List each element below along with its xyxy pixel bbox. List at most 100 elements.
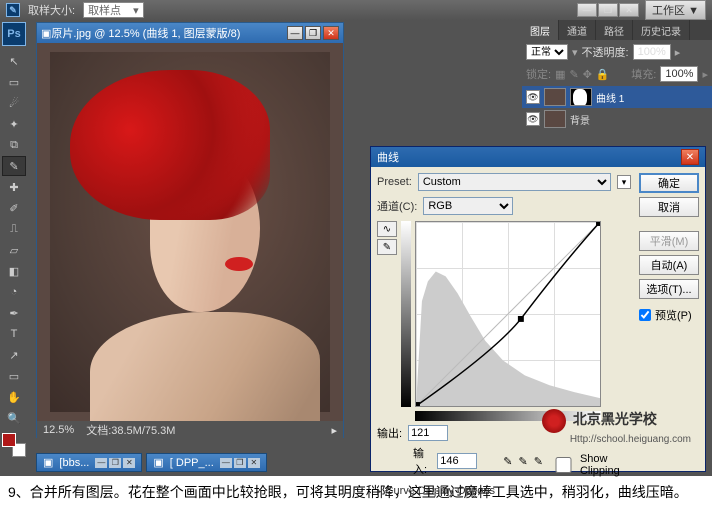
preview-label: 预览(P) <box>655 307 692 323</box>
photoshop-app: ✎ 取样大小: 取样点▾ — ❐ ✕ 工作区 ▼ Ps ↖ ▭ ☄ ✦ ⧉ ✎ … <box>0 0 712 476</box>
sample-size-label: 取样大小: <box>28 2 75 18</box>
restore-icon[interactable]: ❐ <box>598 3 618 17</box>
zoom-tool-icon[interactable]: 🔍 <box>2 408 26 428</box>
layer-name[interactable]: 曲线 1 <box>596 90 624 105</box>
output-gradient <box>401 221 411 407</box>
doc-restore-icon[interactable]: ❐ <box>305 26 321 40</box>
doc-tab[interactable]: ▣[ DPP_...—❐✕ <box>146 453 266 472</box>
preset-menu-icon[interactable]: ▾ <box>617 175 631 189</box>
crop-tool-icon[interactable]: ⧉ <box>2 135 26 155</box>
ps-doc-icon: ▣ <box>41 27 51 40</box>
layer-thumb[interactable] <box>544 110 566 128</box>
layer-row[interactable]: 👁 曲线 1 <box>522 86 712 108</box>
curves-graph[interactable] <box>415 221 601 407</box>
stamp-tool-icon[interactable]: ⎍ <box>2 219 26 239</box>
opacity-value[interactable]: 100% <box>633 44 671 60</box>
doc-tab[interactable]: ▣[bbs...—❐✕ <box>36 453 142 472</box>
preset-dropdown[interactable]: Custom <box>418 173 611 191</box>
blend-mode-dropdown[interactable]: 正常 <box>526 44 568 60</box>
document-window: ▣ 原片.jpg @ 12.5% (曲线 1, 图层蒙版/8) — ❐ ✕ 12… <box>36 22 344 438</box>
ps-logo-icon: Ps <box>2 22 26 46</box>
channel-dropdown[interactable]: RGB <box>423 197 513 215</box>
document-titlebar[interactable]: ▣ 原片.jpg @ 12.5% (曲线 1, 图层蒙版/8) — ❐ ✕ <box>37 23 343 43</box>
status-arrow-icon[interactable]: ▸ <box>331 424 337 437</box>
doc-size: 文档:38.5M/75.3M <box>86 422 175 438</box>
doc-minimize-icon[interactable]: — <box>287 26 303 40</box>
heal-tool-icon[interactable]: ✚ <box>2 177 26 197</box>
wand-tool-icon[interactable]: ✦ <box>2 114 26 134</box>
lock-all-icon[interactable]: 🔒 <box>596 68 610 81</box>
curve-tool-icon[interactable]: ∿ <box>377 221 397 237</box>
options-button[interactable]: 选项(T)... <box>639 279 699 299</box>
ok-button[interactable]: 确定 <box>639 173 699 193</box>
hand-tool-icon[interactable]: ✋ <box>2 387 26 407</box>
output-input[interactable] <box>408 425 448 441</box>
input-label: 输入: <box>413 445 431 477</box>
curve-display-options[interactable]: Curve Display Options <box>377 485 631 497</box>
channel-label: 通道(C): <box>377 198 417 214</box>
show-clipping-checkbox[interactable] <box>549 457 578 473</box>
move-tool-icon[interactable]: ↖ <box>2 51 26 71</box>
eraser-tool-icon[interactable]: ▱ <box>2 240 26 260</box>
cancel-button[interactable]: 取消 <box>639 197 699 217</box>
panel-tabs: 图层 通道 路径 历史记录 <box>522 20 712 40</box>
curves-title-text: 曲线 <box>377 149 399 165</box>
type-tool-icon[interactable]: T <box>2 324 26 344</box>
lasso-tool-icon[interactable]: ☄ <box>2 93 26 113</box>
auto-button[interactable]: 自动(A) <box>639 255 699 275</box>
opacity-label: 不透明度: <box>582 44 629 60</box>
tab-history[interactable]: 历史记录 <box>633 20 690 40</box>
preview-checkbox[interactable] <box>639 309 651 321</box>
minimize-icon[interactable]: — <box>577 3 597 17</box>
white-dropper-icon[interactable]: ✎ <box>534 455 543 468</box>
tab-layers[interactable]: 图层 <box>522 20 559 40</box>
dodge-tool-icon[interactable]: ◔ <box>2 282 26 302</box>
workspace-dropdown[interactable]: 工作区 ▼ <box>645 0 706 20</box>
zoom-level[interactable]: 12.5% <box>43 424 74 436</box>
curves-dialog: 曲线 ✕ Preset: Custom ▾ 通道(C): RGB ∿ ✎ <box>370 146 706 472</box>
lock-trans-icon[interactable]: ▦ <box>555 68 565 81</box>
canvas[interactable] <box>37 43 343 421</box>
layers-panel: 图层 通道 路径 历史记录 正常 ▾ 不透明度: 100% ▸ 锁定: ▦ ✎ … <box>522 20 712 150</box>
layer-mask-thumb[interactable] <box>570 88 592 106</box>
fg-bg-swatch[interactable] <box>2 433 26 457</box>
input-gradient <box>415 411 601 421</box>
close-icon[interactable]: ✕ <box>619 3 639 17</box>
smooth-button[interactable]: 平滑(M) <box>639 231 699 251</box>
document-title: 原片.jpg @ 12.5% (曲线 1, 图层蒙版/8) <box>51 25 240 41</box>
doc-close-icon[interactable]: ✕ <box>323 26 339 40</box>
shape-tool-icon[interactable]: ▭ <box>2 366 26 386</box>
input-input[interactable] <box>437 453 477 469</box>
output-label: 输出: <box>377 425 402 441</box>
gray-dropper-icon[interactable]: ✎ <box>519 455 528 468</box>
options-bar: ✎ 取样大小: 取样点▾ — ❐ ✕ 工作区 ▼ <box>0 0 712 20</box>
curves-close-icon[interactable]: ✕ <box>681 149 699 165</box>
marquee-tool-icon[interactable]: ▭ <box>2 72 26 92</box>
sample-size-dropdown[interactable]: 取样点▾ <box>83 2 144 18</box>
minimized-docs: ▣[bbs...—❐✕ ▣[ DPP_...—❐✕ <box>36 453 267 472</box>
brush-tool-icon[interactable]: ✐ <box>2 198 26 218</box>
gradient-tool-icon[interactable]: ◧ <box>2 261 26 281</box>
layer-thumb[interactable] <box>544 88 566 106</box>
curves-titlebar[interactable]: 曲线 ✕ <box>371 147 705 167</box>
doc-window-buttons: — ❐ ✕ <box>577 3 639 17</box>
tab-paths[interactable]: 路径 <box>596 20 633 40</box>
layer-row[interactable]: 👁 背景 <box>522 108 712 130</box>
eyedropper-tool-icon: ✎ <box>6 3 20 17</box>
black-dropper-icon[interactable]: ✎ <box>503 455 512 468</box>
layer-list: 👁 曲线 1 👁 背景 <box>522 84 712 132</box>
status-bar: 12.5% 文档:38.5M/75.3M ▸ <box>37 421 343 439</box>
lock-pixels-icon[interactable]: ✎ <box>569 68 578 81</box>
visibility-icon[interactable]: 👁 <box>526 112 540 126</box>
tab-channels[interactable]: 通道 <box>559 20 596 40</box>
pen-tool-icon[interactable]: ✒ <box>2 303 26 323</box>
visibility-icon[interactable]: 👁 <box>526 90 540 104</box>
path-tool-icon[interactable]: ↗ <box>2 345 26 365</box>
preset-label: Preset: <box>377 176 412 188</box>
layer-name[interactable]: 背景 <box>570 112 590 127</box>
curve-line <box>416 222 600 406</box>
lock-pos-icon[interactable]: ✥ <box>583 68 592 81</box>
eyedropper-tool-icon[interactable]: ✎ <box>2 156 26 176</box>
fill-value[interactable]: 100% <box>660 66 698 82</box>
pencil-tool-icon[interactable]: ✎ <box>377 239 397 255</box>
